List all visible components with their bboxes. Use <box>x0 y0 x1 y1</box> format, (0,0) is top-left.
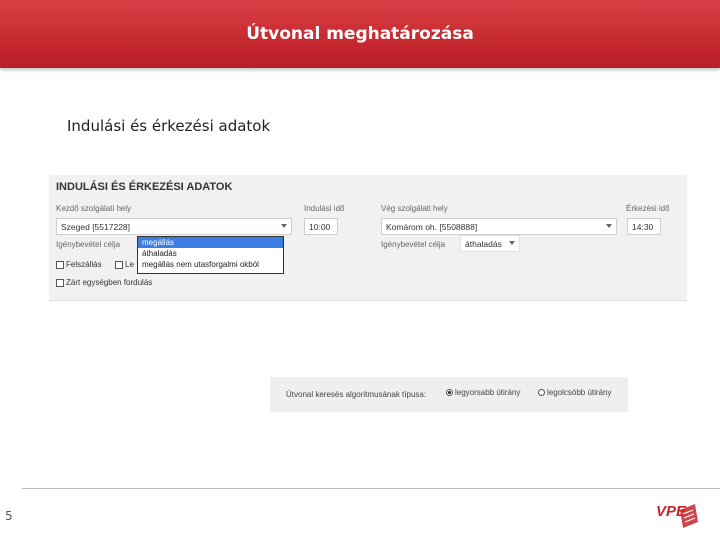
start-location-select[interactable]: Szeged [5517228] <box>56 218 292 235</box>
end-location-value: Komárom oh. [5508888] <box>386 222 478 232</box>
radio-fastest-label: legyorsabb útirány <box>455 388 521 397</box>
chevron-down-icon <box>281 224 287 228</box>
start-location-value: Szeged [5517228] <box>61 222 131 232</box>
checkbox-le[interactable]: Le <box>115 260 134 269</box>
checkbox-closed-unit[interactable]: Zárt egységben fordulás <box>56 278 152 287</box>
footer-divider <box>22 488 720 489</box>
checkbox-closed-unit-label: Zárt egységben fordulás <box>66 278 153 287</box>
checkbox-icon[interactable] <box>56 278 64 287</box>
panel-title: INDULÁSI ÉS ÉRKEZÉSI ADATOK <box>56 181 233 193</box>
title-bar: Útvonal meghatározása <box>0 0 720 68</box>
end-location-label: Vég szolgálati hely <box>381 204 448 213</box>
arrival-time-input[interactable]: 14:30 <box>627 218 661 235</box>
purpose-option-nonpassenger-stop[interactable]: megállás nem utasforgalmi okból <box>138 259 283 270</box>
radio-unselected-icon[interactable] <box>538 389 545 397</box>
departure-arrival-panel: INDULÁSI ÉS ÉRKEZÉSI ADATOK Kezdő szolgá… <box>49 175 687 301</box>
checkbox-felszallas[interactable]: Felszállás <box>56 260 102 269</box>
radio-cheapest[interactable]: legolcsóbb útirány <box>538 388 611 397</box>
radio-selected-icon[interactable] <box>446 389 453 397</box>
checkbox-icon[interactable] <box>56 260 64 269</box>
radio-cheapest-label: legolcsóbb útirány <box>547 388 612 397</box>
purpose-select-right[interactable]: áthaladás <box>460 235 520 252</box>
end-location-select[interactable]: Komárom oh. [5508888] <box>381 218 617 235</box>
section-subtitle: Indulási és érkezési adatok <box>67 117 271 135</box>
purpose-right-value: áthaladás <box>465 239 502 249</box>
purpose-label-left: Igénybevétel célja <box>56 240 121 249</box>
chevron-down-icon <box>509 241 515 245</box>
page-number: 5 <box>5 509 13 523</box>
checkbox-le-label: Le <box>125 260 134 269</box>
page-title: Útvonal meghatározása <box>246 24 474 44</box>
purpose-dropdown-list[interactable]: megállás áthaladás megállás nem utasforg… <box>137 236 284 274</box>
purpose-option-pass-through[interactable]: áthaladás <box>138 248 283 259</box>
purpose-option-stop[interactable]: megállás <box>138 237 283 248</box>
purpose-label-right: Igénybevétel célja <box>381 240 446 249</box>
vpe-logo: VPE <box>655 498 700 534</box>
start-location-label: Kezdő szolgálati hely <box>56 204 132 213</box>
algorithm-label: Útvonal keresés algoritmusának típusa: <box>286 390 427 399</box>
chevron-down-icon <box>606 224 612 228</box>
checkbox-icon[interactable] <box>115 260 123 269</box>
checkbox-felszallas-label: Felszállás <box>66 260 102 269</box>
departure-time-input[interactable]: 10:00 <box>304 218 338 235</box>
algorithm-panel: Útvonal keresés algoritmusának típusa: l… <box>270 377 628 412</box>
radio-fastest[interactable]: legyorsabb útirány <box>446 388 520 397</box>
arrival-time-label: Érkezési idő <box>626 204 670 213</box>
departure-time-label: Indulási idő <box>304 204 345 213</box>
